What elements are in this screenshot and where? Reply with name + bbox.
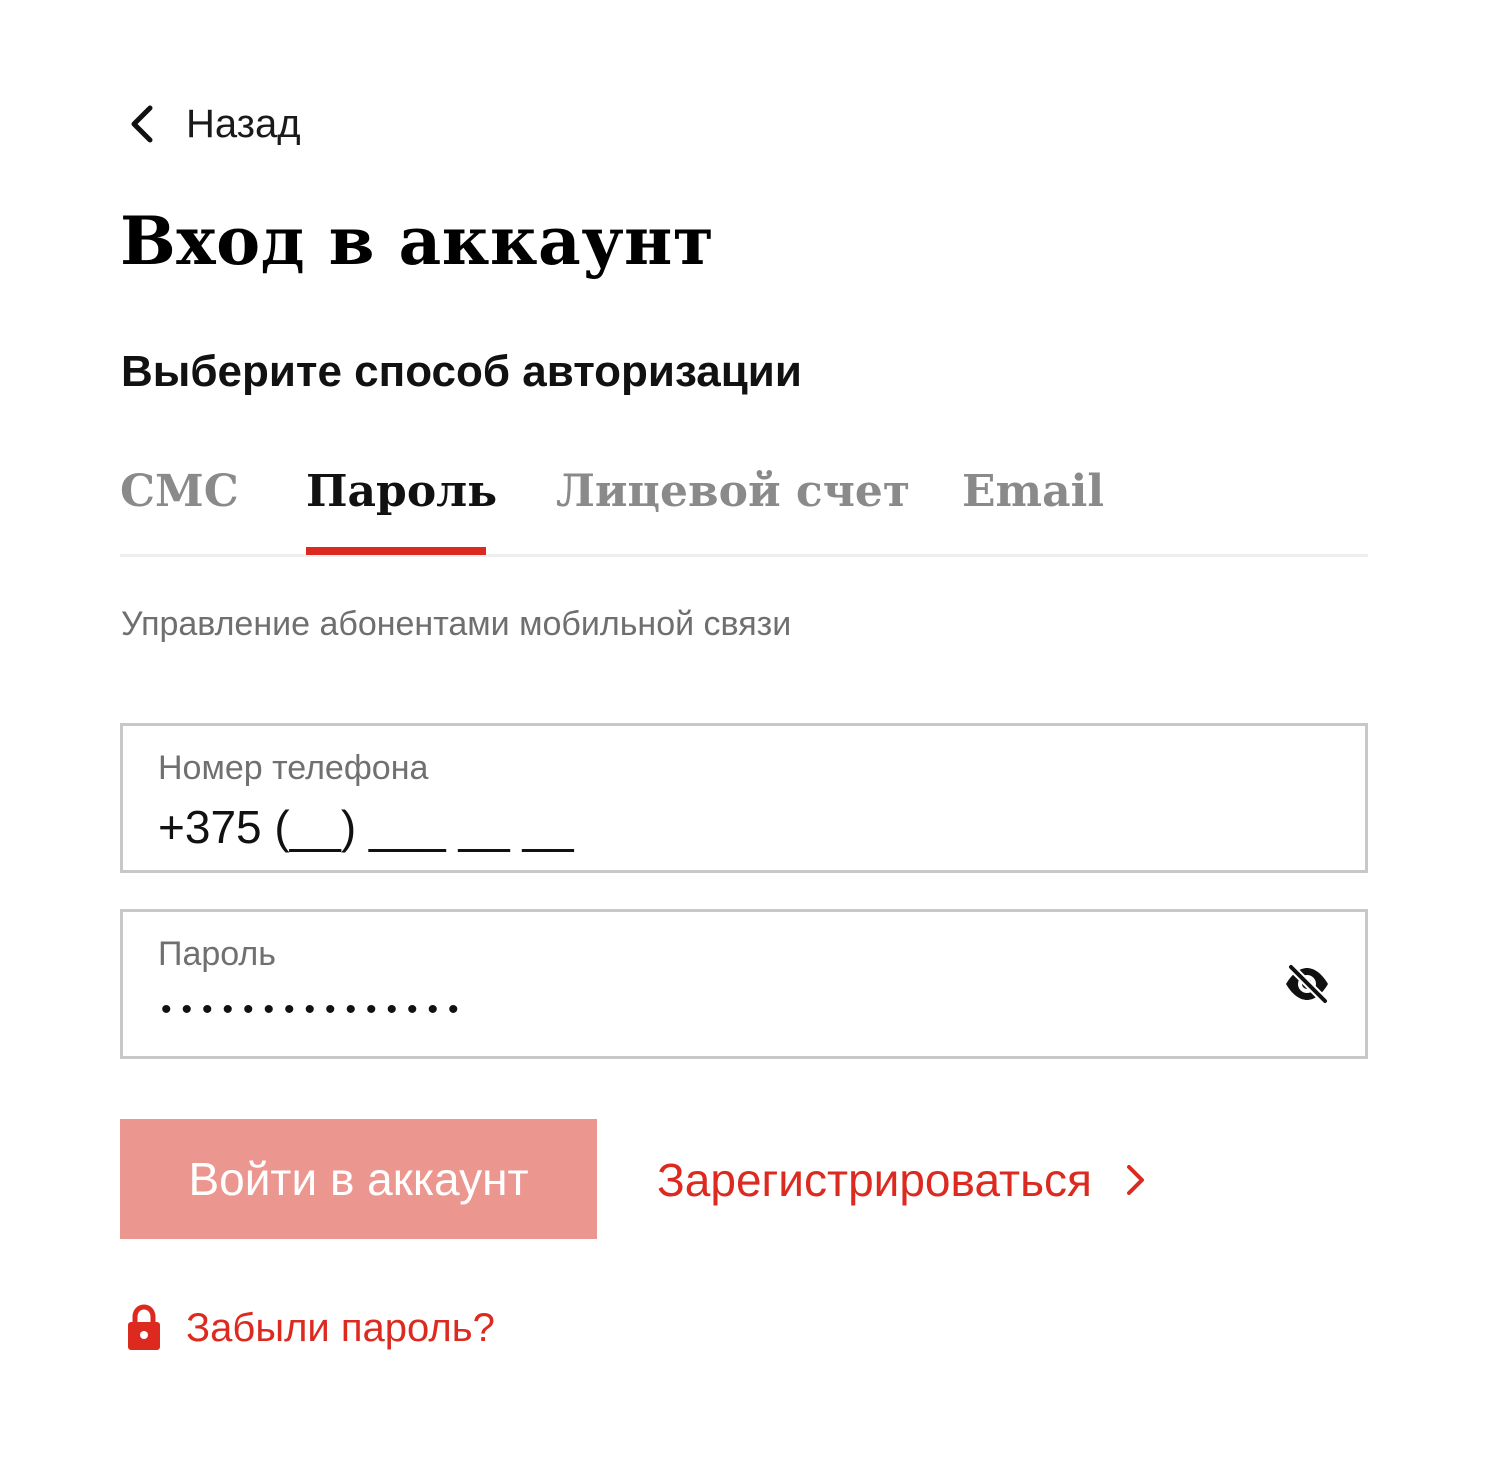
- auth-method-tabs: СМС Пароль Лицевой счет Email: [120, 462, 1368, 557]
- back-link[interactable]: Назад: [122, 96, 301, 152]
- phone-field-label: Номер телефона: [158, 749, 429, 787]
- service-description: Управление абонентами мобильной связи: [121, 605, 792, 643]
- lock-icon: [126, 1304, 162, 1352]
- tab-account-number[interactable]: Лицевой счет: [556, 466, 910, 519]
- forgot-password-link[interactable]: Забыли пароль?: [126, 1300, 495, 1356]
- auth-method-heading: Выберите способ авторизации: [121, 347, 802, 396]
- login-button[interactable]: Войти в аккаунт: [120, 1119, 597, 1239]
- active-tab-indicator: [306, 547, 486, 555]
- chevron-left-icon: [122, 104, 162, 144]
- tab-password[interactable]: Пароль: [306, 466, 497, 519]
- phone-input[interactable]: +375 (__) ___ __ __: [158, 800, 574, 855]
- password-field[interactable]: Пароль •••••••••••••••: [120, 909, 1368, 1059]
- eye-slash-icon[interactable]: [1283, 963, 1331, 1005]
- password-field-label: Пароль: [158, 935, 276, 973]
- register-label: Зарегистрироваться: [657, 1154, 1092, 1206]
- tab-sms[interactable]: СМС: [120, 466, 239, 519]
- password-input[interactable]: •••••••••••••••: [161, 992, 469, 1028]
- phone-field[interactable]: Номер телефона +375 (__) ___ __ __: [120, 723, 1368, 873]
- register-link[interactable]: Зарегистрироваться: [657, 1150, 1148, 1210]
- forgot-password-label: Забыли пароль?: [186, 1305, 495, 1350]
- tab-email[interactable]: Email: [962, 466, 1104, 519]
- chevron-right-icon: [1124, 1162, 1148, 1198]
- page-title: Вход в аккаунт: [120, 202, 715, 280]
- back-label: Назад: [186, 101, 301, 146]
